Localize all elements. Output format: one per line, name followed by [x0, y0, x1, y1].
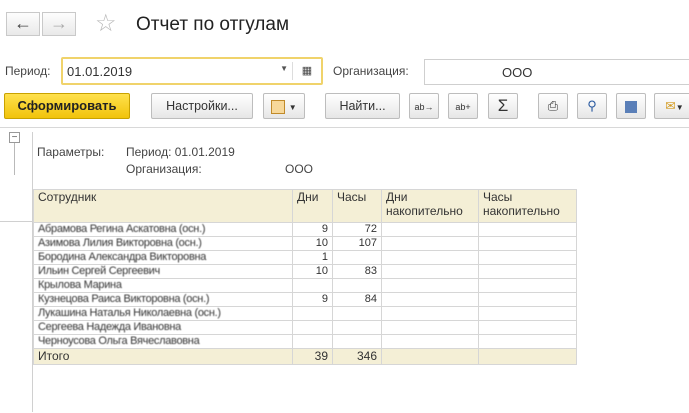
- envelope-icon: ✉: [665, 99, 676, 113]
- total-days: 39: [292, 348, 333, 365]
- hours-cell: 84: [332, 292, 382, 307]
- back-button[interactable]: ←: [6, 12, 40, 36]
- days-cell: [292, 320, 333, 335]
- table-row[interactable]: Крылова Марина: [33, 278, 577, 293]
- params-period: Период: 01.01.2019: [126, 145, 235, 159]
- employee-cell: Азимова Лилия Викторовна (осн.): [33, 236, 293, 251]
- table-row[interactable]: Лукашина Наталья Николаевна (осн.): [33, 306, 577, 321]
- column-header: Часы: [332, 189, 382, 223]
- arrow-right-icon: →: [50, 13, 68, 33]
- page-title: Отчет по отгулам: [136, 14, 290, 35]
- save-button[interactable]: [616, 93, 646, 119]
- employee-cell: Кузнецова Раиса Викторовна (осн.): [33, 292, 293, 307]
- employee-cell: Лукашина Наталья Николаевна (осн.): [33, 306, 293, 321]
- period-label: Период:: [5, 64, 51, 78]
- table-row[interactable]: Бородина Александра Викторовна 1: [33, 250, 577, 265]
- period-field[interactable]: 01.01.2019 ▼ ▦: [61, 57, 323, 85]
- organization-field[interactable]: ООО: [424, 59, 689, 85]
- hours-cell: [332, 306, 382, 321]
- column-header: Часы накопительно: [478, 189, 577, 223]
- generate-button[interactable]: Сформировать: [4, 93, 130, 119]
- sum-button[interactable]: Σ: [488, 93, 518, 119]
- days-cell: 10: [292, 264, 333, 279]
- table-row[interactable]: Сергеева Надежда Ивановна: [33, 320, 577, 335]
- params-label: Параметры:: [37, 145, 105, 159]
- chevron-down-icon: ▼: [288, 103, 297, 112]
- employee-cell: Бородина Александра Викторовна: [33, 250, 293, 265]
- days-cell: 1: [292, 250, 333, 265]
- employee-cell: Сергеева Надежда Ивановна: [33, 320, 293, 335]
- variant-button[interactable]: ▼: [263, 93, 305, 119]
- table-row[interactable]: Ильин Сергей Сергеевич 10 83: [33, 264, 577, 279]
- params-organization-value: ООО: [285, 162, 314, 176]
- find-button[interactable]: Найти...: [325, 93, 400, 119]
- hours-cell: 83: [332, 264, 382, 279]
- report-table: Сотрудник Дни Часы Дни накопительно Часы…: [33, 189, 577, 365]
- find-icon: ab+: [455, 102, 471, 112]
- find-all-button[interactable]: ab+: [448, 93, 478, 119]
- hours-cell: [332, 250, 382, 265]
- total-row: Итого 39 346: [33, 348, 577, 365]
- chevron-down-icon: ▼: [675, 103, 684, 112]
- table-header-row: Сотрудник Дни Часы Дни накопительно Часы…: [33, 189, 577, 223]
- days-cell: [292, 278, 333, 293]
- organization-value: ООО: [502, 65, 533, 80]
- preview-button[interactable]: ⚲: [577, 93, 607, 119]
- table-row[interactable]: Азимова Лилия Викторовна (осн.) 10 107: [33, 236, 577, 251]
- hours-cell: 107: [332, 236, 382, 251]
- save-icon: [625, 100, 637, 113]
- report-variant-icon: [271, 99, 286, 114]
- hours-cell: [332, 334, 382, 349]
- column-header: Дни: [292, 189, 333, 223]
- hours-cell: 72: [332, 222, 382, 237]
- organization-label: Организация:: [333, 64, 409, 78]
- printer-icon: ⎙: [547, 98, 559, 113]
- hours-cell: [332, 320, 382, 335]
- days-cell: [292, 334, 333, 349]
- column-header: Дни накопительно: [381, 189, 479, 223]
- employee-cell: Черноусова Ольга Вячеславовна: [33, 334, 293, 349]
- collapse-icon[interactable]: −: [9, 132, 20, 143]
- days-cell: 10: [292, 236, 333, 251]
- calendar-icon[interactable]: ▦: [297, 62, 317, 80]
- days-cell: 9: [292, 222, 333, 237]
- table-row[interactable]: Абрамова Регина Аскатовна (осн.) 9 72: [33, 222, 577, 237]
- days-cell: [292, 306, 333, 321]
- print-button[interactable]: ⎙: [538, 93, 568, 119]
- employee-cell: Абрамова Регина Аскатовна (осн.): [33, 222, 293, 237]
- favorite-star-icon[interactable]: ☆: [95, 11, 117, 37]
- params-organization-label: Организация:: [126, 162, 202, 176]
- send-button[interactable]: ✉▼: [654, 93, 689, 119]
- column-header: Сотрудник: [33, 189, 293, 223]
- replace-button[interactable]: ab→: [409, 93, 439, 119]
- total-hours: 346: [332, 348, 382, 365]
- forward-button[interactable]: →: [42, 12, 76, 36]
- find-replace-icon: ab→: [414, 102, 434, 112]
- chevron-down-icon[interactable]: ▼: [280, 64, 288, 73]
- table-row[interactable]: Черноусова Ольга Вячеславовна: [33, 334, 577, 349]
- table-row[interactable]: Кузнецова Раиса Викторовна (осн.) 9 84: [33, 292, 577, 307]
- employee-cell: Крылова Марина: [33, 278, 293, 293]
- period-value: 01.01.2019: [67, 64, 133, 79]
- days-cell: 9: [292, 292, 333, 307]
- total-label: Итого: [33, 348, 293, 365]
- arrow-left-icon: ←: [14, 13, 32, 33]
- hours-cell: [332, 278, 382, 293]
- settings-button[interactable]: Настройки...: [151, 93, 253, 119]
- sum-icon: Σ: [497, 96, 509, 115]
- employee-cell: Ильин Сергей Сергеевич: [33, 264, 293, 279]
- print-preview-icon: ⚲: [587, 98, 597, 113]
